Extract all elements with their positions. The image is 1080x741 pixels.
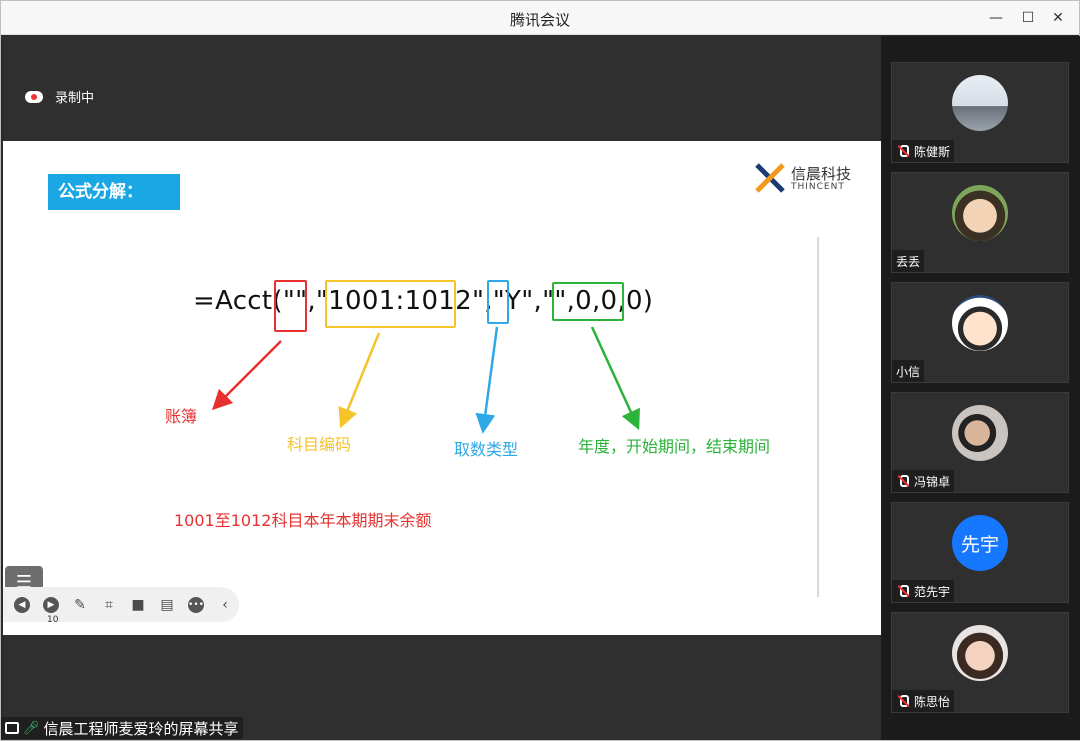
participant-name: 陈思怡 [914,694,951,709]
camera-button[interactable]: ■ [127,594,149,616]
account-code-arrow [338,332,381,429]
minimize-button[interactable]: — [985,7,1007,29]
collapse-toolbar-button[interactable]: ‹ [214,594,236,616]
mic-muted-icon [896,584,910,598]
slide-page-number: 10 [47,615,59,625]
participant-name: 丢丢 [896,254,921,269]
participant-tile[interactable]: 冯锦卓 [891,392,1069,493]
participant-avatar [952,75,1008,131]
title-bar: 腾讯会议 — ☐ ✕ [1,1,1079,35]
participant-panel: 陈健斯 丢丢 小信 冯锦卓 先宇 范先宇 陈思怡 [881,36,1080,740]
participant-tile[interactable]: 陈思怡 [891,612,1069,713]
share-label-text: 信晨工程师麦爱玲的屏幕共享 [43,719,239,738]
chevron-left-icon: ‹ [222,596,228,613]
annotation-arrows [211,326,640,434]
mic-muted-icon [896,694,910,708]
recording-indicator: 录制中 [25,87,94,106]
presentation-toolbar: ◀ ▶ ✎ ⌗ ■ ▤ ••• ‹ [3,587,239,622]
participant-name-bar: 冯锦卓 [892,470,955,492]
prev-slide-button[interactable]: ◀ [11,594,33,616]
summary-annotation: 1001至1012科目本年本期期末余额 [174,511,432,530]
more-button[interactable]: ••• [185,594,207,616]
participant-avatar [952,625,1008,681]
screen-share-icon [5,722,19,734]
close-button[interactable]: ✕ [1047,7,1069,29]
account-code-annotation: 科目编码 [287,435,352,454]
participant-avatar: 先宇 [952,515,1008,571]
avatar-initials: 先宇 [960,533,999,556]
comment-button[interactable]: ▤ [156,594,178,616]
next-slide-button[interactable]: ▶ [40,594,62,616]
participant-name-bar: 小信 [892,360,925,382]
mic-muted-icon [896,144,910,158]
period-arrow [590,326,640,431]
participant-name: 范先宇 [914,584,951,599]
period-annotation: 年度，开始期间，结束期间 [578,437,771,456]
participant-tile[interactable]: 丢丢 [891,172,1069,273]
recording-label: 录制中 [55,91,95,106]
ledger-annotation: 账簿 [165,407,198,426]
screen-share-label: 🎤︎ 信晨工程师麦爱玲的屏幕共享 [1,717,243,739]
participant-name: 小信 [896,364,921,379]
participant-name-bar: 范先宇 [892,580,955,602]
maximize-button[interactable]: ☐ [1017,7,1039,29]
participant-avatar [952,185,1008,241]
pen-icon: ✎ [74,596,86,613]
participant-tile[interactable]: 小信 [891,282,1069,383]
comment-icon: ▤ [160,596,174,613]
window-title: 腾讯会议 [509,11,570,29]
value-type-arrow [475,326,499,434]
meeting-window: 腾讯会议 — ☐ ✕ 录制中 公式分解： 信晨科技 THINCENT =Acct… [0,0,1080,741]
participant-name-bar: 丢丢 [892,250,925,272]
presentation-slide: 公式分解： 信晨科技 THINCENT =Acct("","1001:1012"… [3,141,881,635]
participant-name: 陈健斯 [914,144,951,159]
cloud-record-icon [25,90,43,103]
ledger-arrow [211,340,282,411]
more-icon: ••• [188,596,204,613]
participant-name: 冯锦卓 [914,474,951,489]
value-type-annotation: 取数类型 [454,440,519,459]
prev-icon: ◀ [14,596,30,613]
participant-tile[interactable]: 陈健斯 [891,62,1069,163]
participant-tile[interactable]: 先宇 范先宇 [891,502,1069,603]
screenshot-button[interactable]: ⌗ [98,594,120,616]
shared-screen-area: 录制中 公式分解： 信晨科技 THINCENT =Acct("","1001:1… [3,36,881,740]
focus-icon: ⌗ [105,596,113,613]
pen-button[interactable]: ✎ [69,594,91,616]
camera-icon: ■ [131,596,145,613]
participant-name-bar: 陈思怡 [892,690,955,712]
mic-muted-icon [896,474,910,488]
mic-icon: 🎤︎ [23,720,40,736]
participant-avatar [952,405,1008,461]
participant-avatar [952,295,1008,351]
next-icon: ▶ [43,596,59,613]
participant-name-bar: 陈健斯 [892,140,955,162]
